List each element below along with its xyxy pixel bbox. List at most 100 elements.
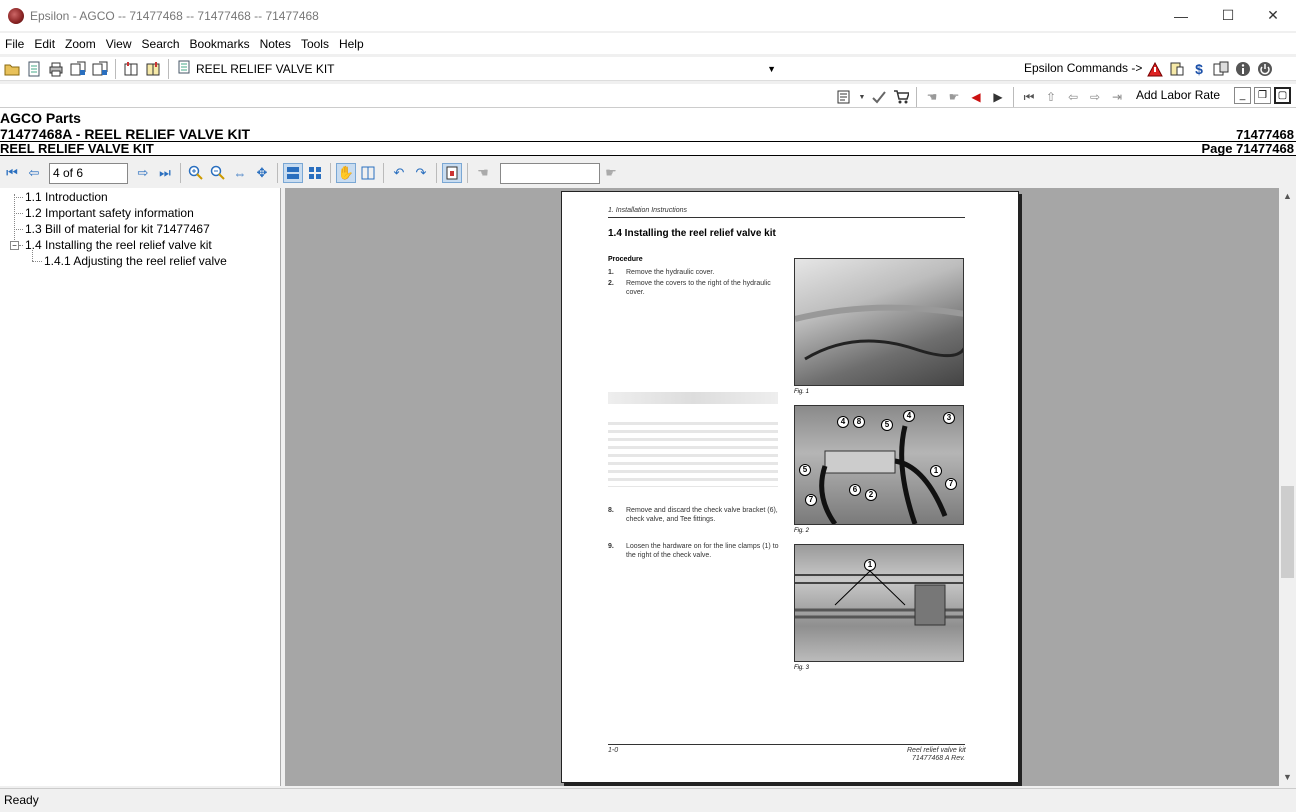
up-arrow-icon[interactable]: ⇧ (1042, 88, 1060, 106)
document-selector[interactable]: REEL RELIEF VALVE KIT ▼ (174, 58, 782, 79)
child-minimize-button[interactable]: _ (1234, 87, 1251, 104)
menu-search[interactable]: Search (137, 37, 185, 51)
figure-caption: Fig. 2 (794, 528, 810, 534)
tree-connector (14, 213, 23, 214)
menu-tools[interactable]: Tools (296, 37, 334, 51)
warning-icon[interactable] (1146, 60, 1164, 78)
previous-page-icon[interactable]: ⇦ (24, 163, 44, 183)
header-rule (608, 217, 965, 218)
toc-item-selected[interactable]: 1.4 Installing the reel relief valve kit (25, 238, 212, 252)
minimize-button[interactable]: — (1158, 0, 1204, 31)
price-icon[interactable]: $ (1190, 60, 1208, 78)
first-page-icon[interactable]: ⏮ (2, 163, 22, 183)
scroll-up-icon[interactable]: ▲ (1279, 188, 1296, 205)
find-text-input[interactable] (500, 162, 600, 184)
child-restore-button[interactable]: ❐ (1254, 87, 1271, 104)
menu-view[interactable]: View (101, 37, 137, 51)
step-text: Remove the hydraulic cover. (626, 269, 715, 276)
document-page: 1. Installation Instructions 1.4 Install… (561, 191, 1019, 783)
menu-help[interactable]: Help (334, 37, 369, 51)
close-button[interactable]: ✕ (1250, 0, 1296, 31)
info-icon[interactable] (1234, 60, 1252, 78)
service-manual-icon[interactable] (1212, 60, 1230, 78)
toc-item[interactable]: 1.3 Bill of material for kit 71477467 (25, 222, 210, 236)
pan-hand-icon[interactable]: ✋ (336, 163, 356, 183)
edit-note-icon[interactable] (836, 88, 854, 106)
zoom-in-icon[interactable] (186, 163, 206, 183)
vertical-scrollbar[interactable]: ▲ ▼ (1279, 188, 1296, 786)
parts-lookup-icon[interactable] (69, 60, 87, 78)
document-icon[interactable] (25, 60, 43, 78)
page-footer-right-rev: 71477468 A Rev. (912, 755, 966, 762)
step-9: 9. Loosen the hardware on for the line c… (608, 542, 786, 560)
step-number: 8. (608, 507, 614, 514)
tree-connector (14, 229, 23, 230)
open-folder-icon[interactable] (3, 60, 21, 78)
find-hand-icon[interactable]: ☚ (473, 163, 493, 183)
parts-catalog-icon[interactable] (1168, 60, 1186, 78)
cart-icon[interactable] (892, 88, 910, 106)
figure-3-image: 1 (794, 544, 964, 662)
step-text: Remove and discard the check valve brack… (626, 507, 778, 523)
figure-1-image (794, 258, 964, 386)
tree-connector (19, 245, 23, 246)
tree-collapse-toggle[interactable]: − (10, 241, 19, 250)
page-nav-toolbar: ⏮ ⇦ ⇨ ⏭ ⇔ ✥ ✋ ↶ ↷ ☚ ☛ (0, 159, 1296, 187)
power-icon[interactable] (1256, 60, 1274, 78)
dropdown-arrow-icon[interactable]: ▼ (858, 88, 866, 106)
rotate-left-icon[interactable]: ↶ (389, 163, 409, 183)
running-header: 1. Installation Instructions (608, 207, 687, 214)
find-next-icon[interactable]: ☛ (601, 163, 621, 183)
rotate-right-icon[interactable]: ↷ (411, 163, 431, 183)
print-icon[interactable] (47, 60, 65, 78)
first-icon[interactable]: ⏮ (1020, 88, 1038, 106)
part-title: 71477468A - REEL RELIEF VALVE KIT (0, 126, 251, 142)
toolbar-separator (168, 58, 169, 79)
last-page-icon[interactable]: ⏭ (155, 163, 175, 183)
single-page-view-icon[interactable] (283, 163, 303, 183)
next-page-icon[interactable]: ⇨ (133, 163, 153, 183)
toolbar-separator (180, 163, 181, 183)
fit-page-icon[interactable]: ✥ (252, 163, 272, 183)
select-area-icon[interactable] (358, 163, 378, 183)
brand-title: AGCO Parts (0, 110, 81, 126)
page-number-input[interactable] (49, 162, 128, 184)
chevron-down-icon[interactable]: ▼ (767, 64, 776, 74)
zoom-out-icon[interactable] (208, 163, 228, 183)
highlight-document-icon[interactable] (442, 163, 462, 183)
toc-item[interactable]: 1.2 Important safety information (25, 206, 194, 220)
menu-bookmarks[interactable]: Bookmarks (185, 37, 255, 51)
step-text: Remove the covers to the right of the hy… (626, 280, 771, 296)
scroll-down-icon[interactable]: ▼ (1279, 769, 1296, 786)
document-viewer[interactable]: 1. Installation Instructions 1.4 Install… (285, 188, 1279, 786)
toc-item[interactable]: 1.4.1 Adjusting the reel relief valve (44, 254, 227, 268)
scroll-thumb[interactable] (1281, 486, 1294, 578)
document-icon-small (178, 60, 190, 77)
menu-file[interactable]: File (0, 37, 29, 51)
callout-5: 5 (881, 419, 893, 431)
callout-3: 3 (943, 412, 955, 424)
step-2: 2. Remove the covers to the right of the… (608, 279, 786, 297)
menu-notes[interactable]: Notes (255, 37, 296, 51)
menu-zoom[interactable]: Zoom (60, 37, 101, 51)
checkmark-icon[interactable] (870, 88, 888, 106)
next-icon[interactable]: ▶ (989, 88, 1007, 106)
thumbnail-view-icon[interactable] (305, 163, 325, 183)
last-icon[interactable]: ⇥ (1108, 88, 1126, 106)
tree-connector (14, 197, 23, 198)
parts-list-icon[interactable] (91, 60, 109, 78)
right-arrow-icon[interactable]: ⇨ (1086, 88, 1104, 106)
left-arrow-icon[interactable]: ⇦ (1064, 88, 1082, 106)
add-labor-rate-button[interactable]: Add Labor Rate (1136, 88, 1220, 102)
toc-item[interactable]: 1.1 Introduction (25, 190, 108, 204)
fit-width-icon[interactable]: ⇔ (230, 163, 250, 183)
hand-forward-icon[interactable]: ☛ (945, 88, 963, 106)
maximize-button[interactable]: ☐ (1205, 0, 1251, 31)
bookmark-book-icon[interactable] (144, 60, 162, 78)
previous-red-icon[interactable]: ◀ (967, 88, 985, 106)
child-maximize-button[interactable]: ▢ (1274, 87, 1291, 104)
hand-back-icon[interactable]: ☚ (923, 88, 941, 106)
step-8: 8. Remove and discard the check valve br… (608, 506, 786, 524)
menu-edit[interactable]: Edit (29, 37, 60, 51)
book-icon[interactable] (122, 60, 140, 78)
